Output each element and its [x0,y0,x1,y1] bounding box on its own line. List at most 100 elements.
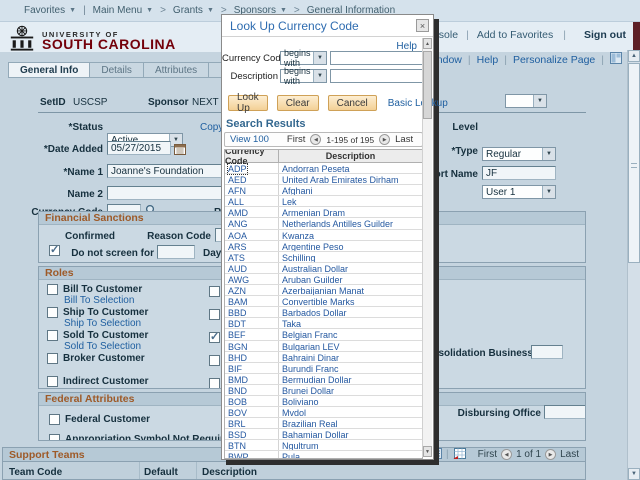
currency-desc-link[interactable]: Taka [282,319,301,328]
next-page-icon[interactable]: ▶ [545,449,556,460]
date-added-input[interactable]: 05/27/2015 [107,141,171,155]
role-checkbox-col2[interactable] [209,355,220,366]
currency-code-link[interactable]: BHD [228,353,247,363]
page-scrollbar[interactable]: ▲ ▼ [627,50,640,480]
currency-desc-link[interactable]: Aruban Guilder [282,275,343,284]
currency-desc-link[interactable]: United Arab Emirates Dirham [282,175,399,184]
currency-code-link[interactable]: BAM [228,297,248,307]
modal-button[interactable]: Cancel [328,95,377,111]
currency-desc-link[interactable]: Brunei Dollar [282,386,334,395]
scroll-down-icon[interactable]: ▼ [423,446,432,457]
currency-desc-link[interactable]: Kwanza [282,231,314,240]
currency-desc-link[interactable]: Bulgarian LEV [282,342,340,351]
download-icon[interactable] [453,446,466,464]
currency-desc-link[interactable]: Ngultrum [282,441,319,450]
currency-desc-link[interactable]: Bahraini Dinar [282,353,339,362]
view-100-link[interactable]: View 100 [230,134,269,145]
role-selection-link[interactable] [47,364,149,376]
tab[interactable]: Details [89,62,143,78]
modal-scrollbar[interactable]: ▲ ▼ [422,38,432,457]
role-checkbox[interactable] [47,353,58,364]
confirmed-checkbox[interactable] [49,245,60,256]
role-checkbox-col2[interactable] [209,309,220,320]
currency-desc-link[interactable]: Boliviano [282,397,319,406]
role-selection-link[interactable]: Ship To Selection [47,318,149,330]
operator-dropdown[interactable]: begins with▼ [280,69,327,83]
breadcrumb-item[interactable]: | Main Menu [76,5,153,16]
currency-code-link[interactable]: BEF [228,330,246,340]
type-dropdown[interactable]: User 1▼ [482,185,556,199]
role-checkbox[interactable] [47,330,58,341]
currency-desc-link[interactable]: Belgian Franc [282,330,338,339]
currency-desc-link[interactable]: Bahamian Dollar [282,430,349,439]
currency-code-link[interactable]: BDT [228,319,246,329]
currency-code-link[interactable]: BND [228,386,247,396]
currency-code-link[interactable]: ADP [228,164,247,174]
currency-desc-link[interactable]: Brazilian Real [282,419,338,428]
currency-desc-link[interactable]: Argentine Peso [282,242,344,251]
toolbar-link[interactable]: | Personalize Page [498,54,595,66]
name2-input[interactable] [107,186,233,200]
currency-desc-link[interactable]: Bermudian Dollar [282,375,352,384]
currency-desc-link[interactable]: Burundi Franc [282,364,339,373]
lookup-value-input[interactable] [330,51,424,65]
currency-code-link[interactable]: AUD [228,264,247,274]
role-checkbox-col2[interactable] [209,378,220,389]
currency-code-link[interactable]: AFN [228,186,246,196]
currency-code-link[interactable]: BGN [228,342,248,352]
last-link[interactable]: Last [395,134,413,145]
currency-code-link[interactable]: BOV [228,408,247,418]
currency-code-link[interactable]: ARS [228,242,247,252]
role-checkbox[interactable] [47,307,58,318]
modal-button[interactable]: Clear [277,95,319,111]
currency-code-link[interactable]: AMD [228,208,248,218]
role-checkbox[interactable] [47,284,58,295]
basic-lookup-link[interactable]: Basic Lookup [388,98,448,109]
header-link[interactable]: | Add to Favorites [458,29,553,41]
currency-desc-link[interactable]: Convertible Marks [282,297,355,306]
currency-code-link[interactable]: BBD [228,308,247,318]
scroll-up-icon[interactable]: ▲ [628,50,640,62]
currency-code-link[interactable]: ANG [228,219,248,229]
prev-page-icon[interactable]: ◀ [310,134,321,145]
breadcrumb-item[interactable]: > Grants [153,5,214,16]
toolbar-link[interactable]: | Help [462,54,498,66]
breadcrumb-item[interactable]: Favorites [10,5,76,16]
header-empty-dropdown[interactable]: ▼ [505,94,547,108]
currency-desc-link[interactable]: Barbados Dollar [282,308,347,317]
lookup-value-input[interactable] [330,69,424,83]
currency-desc-link[interactable]: Andorran Peseta [282,164,350,173]
consolidation-business-unit-input[interactable] [531,345,563,359]
federal-checkbox[interactable] [49,414,60,425]
role-checkbox-col2[interactable] [209,286,220,297]
disbursing-office-input[interactable] [544,405,586,419]
close-icon[interactable]: × [416,19,429,32]
currency-code-link[interactable]: BRL [228,419,246,429]
role-checkbox-col2[interactable] [209,332,220,343]
modal-button[interactable]: Look Up [228,95,268,111]
currency-code-link[interactable]: BSD [228,430,247,440]
first-link[interactable]: First [478,449,497,460]
first-link[interactable]: First [287,134,305,145]
currency-code-link[interactable]: BIF [228,364,242,374]
level-dropdown[interactable]: Regular▼ [482,147,556,161]
currency-desc-link[interactable]: Azerbaijanian Manat [282,286,364,295]
currency-code-link[interactable]: BTN [228,441,246,451]
sign-out-link[interactable]: Sign out [584,29,626,41]
page-layout-icon[interactable] [610,52,622,67]
currency-desc-link[interactable]: Schilling [282,253,316,262]
tab[interactable]: General Info [8,62,89,78]
do-not-screen-input[interactable] [157,245,195,259]
currency-desc-link[interactable]: Netherlands Antilles Guilder [282,219,393,228]
role-selection-link[interactable]: Sold To Selection [47,341,149,353]
short-name-input[interactable]: JF [482,166,556,180]
currency-code-link[interactable]: AWG [228,275,249,285]
copy-link[interactable]: Copy [200,122,223,133]
currency-desc-link[interactable]: Australian Dollar [282,264,348,273]
currency-code-link[interactable]: BWP [228,452,249,459]
currency-desc-link[interactable]: Armenian Dram [282,208,345,217]
currency-code-link[interactable]: BMD [228,375,248,385]
name1-input[interactable]: Joanne's Foundation [107,164,233,178]
currency-code-link[interactable]: ATS [228,253,245,263]
currency-code-link[interactable]: AOA [228,231,247,241]
